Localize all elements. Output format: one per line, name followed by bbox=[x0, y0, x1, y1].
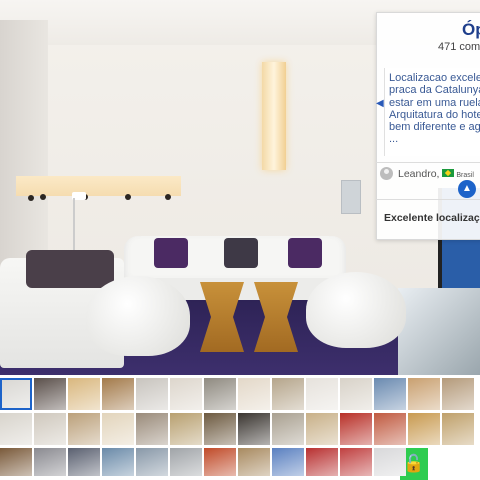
gallery-thumbnail[interactable] bbox=[0, 378, 32, 410]
review-text: Localizacao excele praca da Catalunya esta… bbox=[389, 72, 480, 154]
gallery-thumbnail[interactable] bbox=[204, 448, 236, 476]
divider bbox=[376, 199, 480, 200]
gallery-thumbnail[interactable] bbox=[204, 413, 236, 445]
wall-hook bbox=[125, 194, 131, 200]
gallery-thumbnail[interactable] bbox=[68, 448, 100, 476]
gallery-thumbnail[interactable] bbox=[272, 378, 304, 410]
review-text-line: praca da Catalunya bbox=[389, 84, 480, 97]
gallery-thumbnail[interactable] bbox=[136, 378, 168, 410]
swan-chair bbox=[86, 276, 190, 356]
gallery-thumbnail[interactable] bbox=[306, 448, 338, 476]
review-text-line: ... bbox=[389, 133, 399, 146]
gallery-thumbnail[interactable] bbox=[442, 378, 474, 410]
gallery-thumbnail[interactable] bbox=[0, 413, 32, 445]
gallery-thumbnail[interactable] bbox=[340, 448, 372, 476]
wall-hook bbox=[28, 195, 34, 201]
wall-niche-light bbox=[262, 62, 286, 170]
gallery-thumbnail[interactable] bbox=[68, 378, 100, 410]
hotel-title[interactable]: Óp bbox=[462, 20, 480, 40]
gallery-thumbnail[interactable] bbox=[306, 413, 338, 445]
caret-left-icon[interactable]: ◀ bbox=[376, 98, 384, 109]
swan-chair bbox=[306, 272, 406, 348]
gallery-thumbnail[interactable] bbox=[408, 413, 440, 445]
gallery-thumbnail[interactable] bbox=[272, 448, 304, 476]
gallery-thumbnail[interactable] bbox=[170, 448, 202, 476]
gallery-thumbnail[interactable] bbox=[374, 413, 406, 445]
gallery-thumbnail[interactable] bbox=[102, 413, 134, 445]
reviews-count[interactable]: 471 come bbox=[438, 41, 480, 53]
gallery-thumbnail[interactable] bbox=[204, 378, 236, 410]
gallery-thumbnail[interactable] bbox=[306, 378, 338, 410]
wall-hook bbox=[40, 194, 46, 200]
review-text-line: Localizacao excele bbox=[389, 72, 480, 84]
cushion bbox=[288, 238, 322, 268]
cushion bbox=[154, 238, 188, 268]
chaise-cushion bbox=[26, 250, 114, 288]
gallery-thumbnail[interactable] bbox=[238, 413, 270, 445]
brazil-flag-icon bbox=[442, 169, 455, 177]
gallery-thumbnail[interactable] bbox=[374, 378, 406, 410]
gallery-thumbnail[interactable] bbox=[340, 378, 372, 410]
gallery-thumbnail[interactable] bbox=[102, 378, 134, 410]
lamp-stem bbox=[73, 198, 75, 253]
glass-floor bbox=[398, 288, 480, 375]
gallery-thumbnail[interactable] bbox=[442, 413, 474, 445]
gallery-thumbnail[interactable] bbox=[68, 413, 100, 445]
review-text-line: estar em uma ruela bbox=[389, 96, 480, 109]
wall-light bbox=[341, 180, 361, 214]
gallery-thumbnail[interactable] bbox=[238, 448, 270, 476]
gallery-thumbnail[interactable] bbox=[136, 448, 168, 476]
reviewer-country: Brasil bbox=[456, 172, 474, 179]
gallery-thumbnail[interactable] bbox=[170, 378, 202, 410]
gallery-thumbnail[interactable] bbox=[34, 378, 66, 410]
gallery-thumbnail[interactable] bbox=[272, 413, 304, 445]
cushion bbox=[224, 238, 258, 268]
review-text-line: Arquitatura do hote bbox=[389, 108, 480, 121]
gallery-thumbnail[interactable] bbox=[0, 448, 32, 476]
gallery-thumbnail[interactable] bbox=[374, 448, 406, 476]
gallery-thumbnail[interactable] bbox=[34, 413, 66, 445]
review-text-line: bem diferente e ag bbox=[389, 121, 480, 134]
gallery-thumbnail[interactable] bbox=[340, 413, 372, 445]
gallery-thumbnail[interactable] bbox=[408, 378, 440, 410]
gallery-thumbnail[interactable] bbox=[136, 413, 168, 445]
next-review-heading: Excelente localizaç bbox=[384, 212, 480, 224]
gallery-thumbnail[interactable] bbox=[170, 413, 202, 445]
wall-shelf bbox=[16, 176, 181, 196]
gallery-thumbnail[interactable] bbox=[34, 448, 66, 476]
wall-hook bbox=[165, 194, 171, 200]
reviewer-line: Leandro, Brasil bbox=[398, 168, 474, 180]
divider bbox=[376, 162, 480, 163]
reviewer-name: Leandro, bbox=[398, 168, 440, 180]
gallery-thumbnail[interactable] bbox=[238, 378, 270, 410]
chevron-up-icon[interactable]: ▲ bbox=[458, 180, 476, 198]
avatar bbox=[380, 167, 393, 180]
gallery-thumbnail[interactable] bbox=[102, 448, 134, 476]
